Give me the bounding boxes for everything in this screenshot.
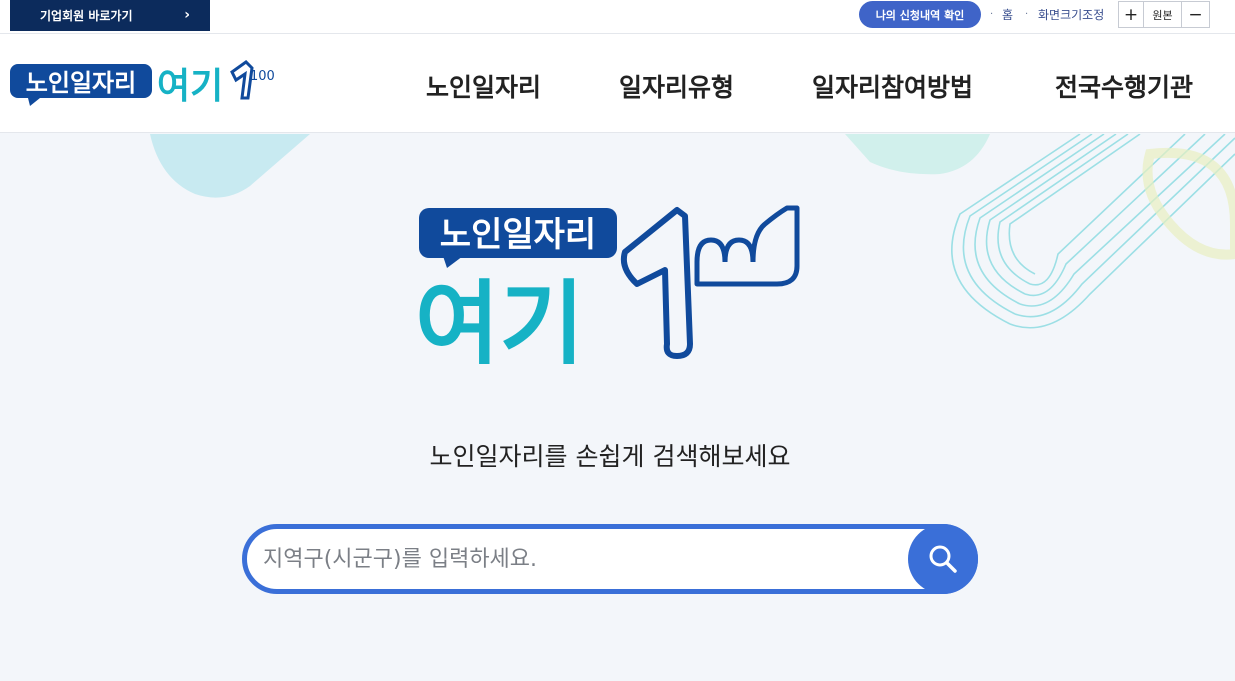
site-logo[interactable]: 노인일자리 여기 100 [10, 60, 278, 110]
corporate-member-label: 기업회원 바로가기 [40, 9, 133, 23]
nav-item-job-types[interactable]: 일자리유형 [619, 68, 734, 104]
hero-logo-badge-tail [443, 256, 463, 268]
region-search-box [242, 524, 978, 594]
separator-dot: · [1025, 9, 1029, 20]
zoom-out-button[interactable]: − [1181, 1, 1210, 28]
deco-yellow-arc [1142, 147, 1235, 260]
utility-bar: 기업회원 바로가기 › 나의 신청내역 확인 · 홈 · 화면크기조정 + 원본… [0, 0, 1235, 33]
separator-dot: · [990, 9, 994, 20]
hero-logo: 노인일자리 여기 [415, 205, 800, 364]
deco-pill-right [845, 134, 990, 175]
nav-item-how-to-participate[interactable]: 일자리참여방법 [812, 68, 973, 104]
home-link[interactable]: 홈 [1002, 6, 1013, 23]
hero-section: 노인일자리 여기 노인일자리를 손쉽게 검색해보세요 [0, 134, 1235, 681]
logo-finger-mark [230, 60, 254, 100]
hero-logo-knuckle2 [722, 237, 756, 263]
hero-logo-knuckle1 [694, 237, 728, 263]
logo-badge-tail [28, 98, 40, 106]
corporate-member-link[interactable]: 기업회원 바로가기 › [10, 0, 210, 31]
region-search-input[interactable] [263, 539, 903, 579]
apply-history-button[interactable]: 나의 신청내역 확인 [859, 1, 981, 28]
font-size-label: 화면크기조정 [1038, 8, 1105, 22]
hero-logo-line2: 여기 [415, 271, 584, 364]
chevron-right-icon: › [184, 7, 190, 23]
logo-mark-text: 100 [250, 69, 275, 84]
site-header: 노인일자리 여기 100 노인일자리 일자리유형 일자리참여방법 전국수행기관 [0, 33, 1235, 133]
nav-item-senior-jobs[interactable]: 노인일자리 [426, 68, 541, 104]
search-button[interactable] [908, 524, 978, 594]
logo-text-line2: 여기 [157, 66, 223, 107]
hero-logo-finger [620, 207, 693, 359]
zoom-in-button[interactable]: + [1118, 1, 1144, 28]
hero-logo-line1: 노인일자리 [440, 215, 596, 255]
nav-item-nationwide-agencies[interactable]: 전국수행기관 [1055, 68, 1193, 104]
deco-pill-left [150, 134, 310, 198]
deco-striped-arcs [951, 134, 1235, 329]
zoom-reset-button[interactable]: 원본 [1143, 1, 1182, 28]
search-icon [929, 545, 957, 573]
logo-text-line1: 노인일자리 [26, 69, 136, 97]
hero-tagline: 노인일자리를 손쉽게 검색해보세요 [429, 442, 791, 471]
